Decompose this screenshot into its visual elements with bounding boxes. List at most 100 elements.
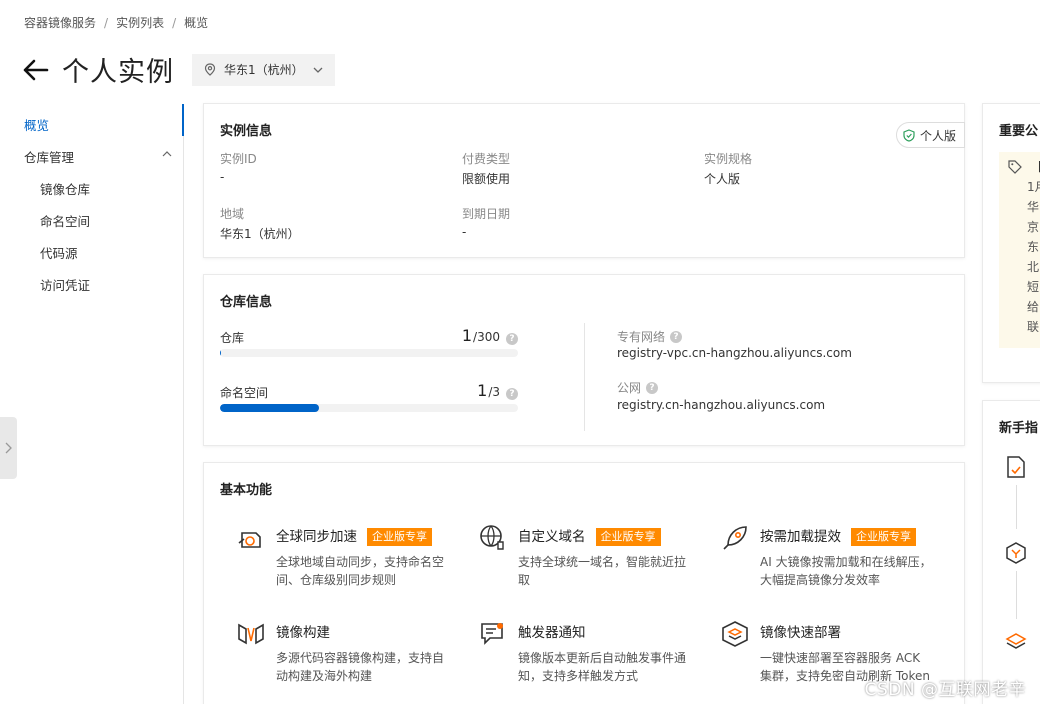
quota-count: 1 /3 ? — [477, 381, 518, 400]
feature-name-text: 按需加载提效 — [760, 529, 841, 545]
sidebar-item-namespace[interactable]: 命名空间 — [40, 211, 90, 230]
enterprise-badge: 企业版专享 — [851, 528, 916, 546]
layers-icon[interactable] — [1005, 631, 1027, 653]
field-value-instance-id: - — [220, 170, 225, 184]
network-endpoint-public[interactable]: registry.cn-hangzhou.aliyuncs.com — [617, 398, 825, 412]
feature-name: 全球同步加速 企业版专享 — [276, 525, 432, 546]
field-value-expiry-date: - — [462, 225, 467, 239]
guide-step-connector — [1016, 571, 1017, 619]
enterprise-badge: 企业版专享 — [367, 528, 432, 546]
network-label-text: 专有网络 — [617, 330, 666, 344]
hexagon-step-icon[interactable] — [1005, 541, 1027, 565]
sidebar-item-repo-management[interactable]: 仓库管理 — [24, 147, 172, 166]
quota-count: 1 /300 ? — [462, 326, 518, 345]
field-label-region: 地域 — [220, 207, 245, 221]
quota-progress-track — [220, 404, 518, 412]
notice-line: 京 — [1027, 220, 1040, 234]
breadcrumb-item-service[interactable]: 容器镜像服务 — [24, 14, 96, 31]
quota-total: /3 — [488, 385, 500, 399]
shield-check-icon — [903, 128, 915, 142]
notice-content[interactable]: 【 1月 华 京 东 北 短 给 联 — [999, 152, 1040, 348]
feature-name: 按需加载提效 企业版专享 — [760, 525, 916, 546]
notice-line: 华 — [1027, 200, 1040, 214]
feature-name: 镜像快速部署 — [760, 625, 841, 641]
notice-title: 重要公 — [999, 124, 1039, 139]
guide-card: 新手指 — [982, 400, 1040, 704]
breadcrumb-separator: / — [172, 15, 177, 30]
quick-deploy-icon — [722, 621, 748, 647]
field-value-billing-type: 限额使用 — [462, 172, 511, 186]
feature-name-text: 自定义域名 — [518, 529, 586, 545]
breadcrumb: 容器镜像服务 / 实例列表 / 概览 — [24, 14, 208, 31]
feature-name: 自定义域名 企业版专享 — [518, 525, 661, 546]
help-icon[interactable]: ? — [506, 388, 518, 400]
basic-features-card: 基本功能 全球同步加速 企业版专享 全球地域自动同步，支持命名空间、仓库级别同步规… — [203, 462, 965, 704]
image-build-icon — [238, 623, 264, 645]
document-check-icon[interactable] — [1005, 455, 1027, 479]
field-value-region: 华东1（杭州） — [220, 227, 300, 241]
instance-info-card: 实例信息 个人版 实例ID - 付费类型 限额使用 实例规格 个人版 地域 华东… — [203, 103, 965, 258]
location-pin-icon — [204, 63, 216, 76]
quota-repo: 仓库 1 /300 ? — [220, 326, 518, 357]
field-label-instance-id: 实例ID — [220, 152, 257, 166]
feature-desc: 支持全球统一域名，智能就近拉取 — [518, 555, 687, 587]
notice-line: 北 — [1027, 260, 1040, 274]
global-sync-icon — [238, 532, 261, 548]
sidebar-item-code-source[interactable]: 代码源 — [40, 243, 78, 262]
quota-progress-fill — [220, 349, 222, 357]
notice-line: 【 — [1031, 158, 1040, 175]
chevron-down-icon — [313, 67, 323, 73]
page-header: 个人实例 华东1（杭州） — [22, 50, 335, 89]
feature-name: 触发器通知 — [518, 625, 586, 641]
notice-line: 短 — [1027, 280, 1040, 294]
guide-title: 新手指 — [999, 421, 1039, 436]
quota-current: 1 — [461, 326, 473, 345]
sidebar: 概览 仓库管理 镜像仓库 命名空间 代码源 访问凭证 — [0, 104, 184, 704]
quota-progress-track — [220, 349, 518, 357]
back-arrow-icon[interactable] — [22, 56, 50, 84]
help-icon[interactable]: ? — [670, 330, 683, 343]
network-label-public: 公网 ? — [617, 379, 659, 396]
network-label-text: 公网 — [617, 381, 642, 395]
notice-line: 联 — [1027, 320, 1040, 334]
network-endpoint-vpc[interactable]: registry-vpc.cn-hangzhou.aliyuncs.com — [617, 346, 852, 360]
chevron-right-icon — [5, 442, 12, 454]
sidebar-collapse-toggle[interactable] — [0, 417, 17, 479]
sidebar-item-overview[interactable]: 概览 — [24, 115, 49, 134]
repo-info-card: 仓库信息 仓库 1 /300 ? 命名空间 1 /3 ? 专有网络 ? regi… — [203, 274, 965, 446]
region-selector[interactable]: 华东1（杭州） — [192, 53, 335, 86]
tag-icon — [1008, 160, 1022, 174]
help-icon[interactable]: ? — [506, 333, 518, 345]
quota-label: 命名空间 — [220, 386, 269, 400]
section-divider — [584, 323, 585, 431]
field-label-expiry-date: 到期日期 — [462, 207, 511, 221]
notice-line: 1月 — [1027, 180, 1040, 194]
sidebar-item-access-credential[interactable]: 访问凭证 — [40, 275, 90, 294]
page-title: 个人实例 — [62, 57, 174, 88]
feature-name: 镜像构建 — [276, 625, 330, 641]
field-label-instance-spec: 实例规格 — [704, 152, 753, 166]
notice-line: 东 — [1027, 240, 1040, 254]
breadcrumb-item-overview: 概览 — [184, 16, 209, 30]
notice-line: 给 — [1027, 300, 1040, 314]
custom-domain-icon — [480, 525, 504, 550]
sidebar-item-image-repo[interactable]: 镜像仓库 — [40, 179, 90, 198]
watermark: CSDN @互联网老辛 — [864, 680, 1026, 700]
notice-card: 重要公 【 1月 华 京 东 北 短 给 联 — [982, 103, 1040, 383]
help-icon[interactable]: ? — [646, 381, 659, 394]
breadcrumb-separator: / — [104, 15, 109, 30]
enterprise-badge: 企业版专享 — [595, 528, 661, 546]
breadcrumb-item-instance-list[interactable]: 实例列表 — [116, 14, 164, 31]
network-label-vpc: 专有网络 ? — [617, 328, 683, 345]
field-label-billing-type: 付费类型 — [462, 152, 511, 166]
feature-desc: 镜像版本更新后自动触发事件通知，支持多样触发方式 — [518, 651, 687, 683]
basic-features-title: 基本功能 — [220, 483, 273, 498]
chevron-up-icon — [162, 151, 172, 157]
quota-total: /300 — [473, 330, 500, 344]
trigger-notify-icon — [481, 623, 503, 645]
rocket-icon — [723, 526, 747, 550]
active-indicator — [182, 104, 184, 136]
instance-info-title: 实例信息 — [220, 124, 273, 139]
repo-info-title: 仓库信息 — [220, 295, 273, 310]
edition-tag-label: 个人版 — [919, 128, 956, 143]
